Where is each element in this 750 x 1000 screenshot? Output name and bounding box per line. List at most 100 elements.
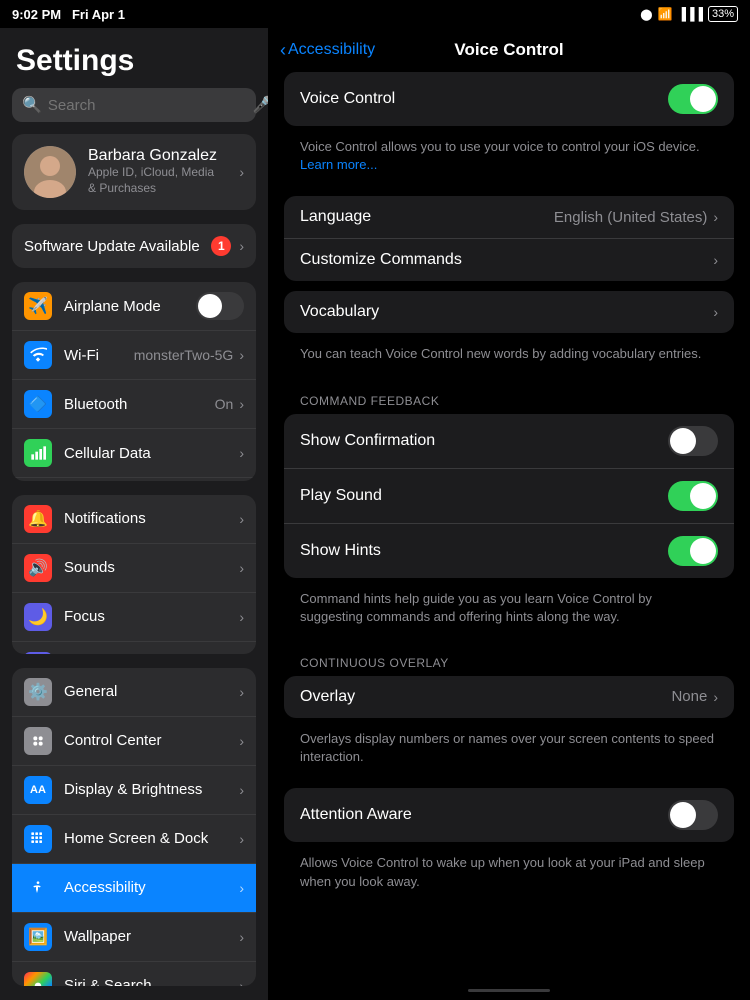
siri-icon bbox=[24, 972, 52, 986]
notifications-label: Notifications bbox=[64, 510, 239, 527]
sounds-chevron: › bbox=[239, 560, 244, 576]
back-chevron-icon: ‹ bbox=[280, 40, 286, 61]
avatar bbox=[24, 146, 76, 198]
sidebar-item-cellular[interactable]: Cellular Data › bbox=[12, 429, 256, 478]
show-confirmation-item[interactable]: Show Confirmation bbox=[284, 414, 734, 469]
show-hints-toggle[interactable] bbox=[668, 536, 718, 566]
wallpaper-icon: 🖼️ bbox=[24, 923, 52, 951]
show-confirmation-toggle[interactable] bbox=[668, 426, 718, 456]
signal-icon: ▐▐▐ bbox=[677, 7, 703, 21]
sidebar-item-hotspot[interactable]: Personal Hotspot Off › bbox=[12, 478, 256, 481]
homescreen-label: Home Screen & Dock bbox=[64, 830, 239, 847]
show-confirmation-label: Show Confirmation bbox=[300, 432, 668, 450]
vocabulary-item[interactable]: Vocabulary › bbox=[284, 291, 734, 333]
cellular-chevron: › bbox=[239, 445, 244, 461]
overlay-card: Overlay None › bbox=[284, 676, 734, 718]
update-label: Software Update Available bbox=[24, 238, 211, 255]
general-chevron: › bbox=[239, 684, 244, 700]
attention-aware-item[interactable]: Attention Aware bbox=[284, 788, 734, 842]
attention-aware-card: Attention Aware bbox=[284, 788, 734, 842]
status-time-date: 9:02 PM Fri Apr 1 bbox=[12, 7, 125, 22]
main-layout: Settings 🔍 🎤 Barbara Gonzalez Apple ID, … bbox=[0, 28, 750, 1000]
overlay-section: CONTINUOUS OVERLAY Overlay None › Overla… bbox=[284, 648, 734, 778]
user-card[interactable]: Barbara Gonzalez Apple ID, iCloud, Media… bbox=[12, 134, 256, 210]
sidebar-item-siri[interactable]: Siri & Search › bbox=[12, 962, 256, 986]
command-feedback-card: Show Confirmation Play Sound Show Hints bbox=[284, 414, 734, 578]
sidebar-item-general[interactable]: ⚙️ General › bbox=[12, 668, 256, 717]
wifi-label: Wi-Fi bbox=[64, 347, 134, 364]
sidebar-item-wallpaper[interactable]: 🖼️ Wallpaper › bbox=[12, 913, 256, 962]
nav-title: Voice Control bbox=[454, 40, 563, 60]
focus-label: Focus bbox=[64, 608, 239, 625]
homescreen-chevron: › bbox=[239, 831, 244, 847]
command-feedback-section: COMMAND FEEDBACK Show Confirmation Play … bbox=[284, 386, 734, 638]
customize-commands-item[interactable]: Customize Commands › bbox=[284, 239, 734, 281]
play-sound-toggle[interactable] bbox=[668, 481, 718, 511]
notifications-group: 🔔 Notifications › 🔊 Sounds › 🌙 Focus › ⏳… bbox=[12, 495, 256, 654]
airplane-toggle[interactable] bbox=[196, 292, 244, 320]
sounds-label: Sounds bbox=[64, 559, 239, 576]
bluetooth-label: Bluetooth bbox=[64, 396, 215, 413]
sidebar-item-focus[interactable]: 🌙 Focus › bbox=[12, 593, 256, 642]
update-banner[interactable]: Software Update Available 1 › bbox=[12, 224, 256, 268]
language-item[interactable]: Language English (United States) › bbox=[284, 196, 734, 239]
show-hints-item[interactable]: Show Hints bbox=[284, 524, 734, 578]
sidebar-item-screentime[interactable]: ⏳ Screen Time › bbox=[12, 642, 256, 654]
sidebar-item-accessibility[interactable]: Accessibility › bbox=[12, 864, 256, 913]
controlcenter-chevron: › bbox=[239, 733, 244, 749]
attention-aware-description: Allows Voice Control to wake up when you… bbox=[284, 850, 734, 902]
mic-icon: 🎤 bbox=[253, 95, 268, 115]
sidebar-item-wifi[interactable]: Wi-Fi monsterTwo-5G › bbox=[12, 331, 256, 380]
user-name: Barbara Gonzalez bbox=[88, 147, 227, 165]
sidebar-item-controlcenter[interactable]: Control Center › bbox=[12, 717, 256, 766]
attention-aware-toggle[interactable] bbox=[668, 800, 718, 830]
sidebar-title: Settings bbox=[0, 28, 268, 88]
vocabulary-section: Vocabulary › You can teach Voice Control… bbox=[284, 291, 734, 375]
display-label: Display & Brightness bbox=[64, 781, 239, 798]
sidebar: Settings 🔍 🎤 Barbara Gonzalez Apple ID, … bbox=[0, 28, 268, 1000]
wallpaper-label: Wallpaper bbox=[64, 928, 239, 945]
attention-aware-label: Attention Aware bbox=[300, 806, 668, 824]
voice-control-label: Voice Control bbox=[300, 90, 668, 108]
general-group: ⚙️ General › Control Center › AA Display… bbox=[12, 668, 256, 986]
controlcenter-icon bbox=[24, 727, 52, 755]
voice-control-item[interactable]: Voice Control bbox=[284, 72, 734, 126]
accessibility-icon bbox=[24, 874, 52, 902]
search-input[interactable] bbox=[48, 97, 247, 114]
wifi-value: monsterTwo-5G bbox=[134, 347, 234, 363]
accessibility-label: Accessibility bbox=[64, 879, 239, 896]
voice-control-card: Voice Control bbox=[284, 72, 734, 126]
language-card: Language English (United States) › Custo… bbox=[284, 196, 734, 281]
sidebar-item-homescreen[interactable]: Home Screen & Dock › bbox=[12, 815, 256, 864]
focus-chevron: › bbox=[239, 609, 244, 625]
play-sound-label: Play Sound bbox=[300, 487, 668, 505]
display-chevron: › bbox=[239, 782, 244, 798]
update-badge: 1 bbox=[211, 236, 231, 256]
bluetooth-chevron: › bbox=[239, 396, 244, 412]
airplane-label: Airplane Mode bbox=[64, 298, 196, 315]
sidebar-item-display[interactable]: AA Display & Brightness › bbox=[12, 766, 256, 815]
sidebar-item-sounds[interactable]: 🔊 Sounds › bbox=[12, 544, 256, 593]
search-bar[interactable]: 🔍 🎤 bbox=[12, 88, 256, 122]
update-chevron: › bbox=[239, 238, 244, 254]
vocabulary-chevron: › bbox=[713, 304, 718, 320]
voice-control-toggle[interactable] bbox=[668, 84, 718, 114]
siri-label: Siri & Search bbox=[64, 977, 239, 986]
nav-back-button[interactable]: ‹ Accessibility bbox=[280, 40, 375, 61]
cellular-label: Cellular Data bbox=[64, 445, 239, 462]
overlay-item[interactable]: Overlay None › bbox=[284, 676, 734, 718]
sounds-icon: 🔊 bbox=[24, 554, 52, 582]
accessibility-chevron: › bbox=[239, 880, 244, 896]
battery-icon: 33% bbox=[708, 6, 738, 22]
sidebar-item-notifications[interactable]: 🔔 Notifications › bbox=[12, 495, 256, 544]
show-hints-label: Show Hints bbox=[300, 542, 668, 560]
notifications-chevron: › bbox=[239, 511, 244, 527]
notifications-icon: 🔔 bbox=[24, 505, 52, 533]
learn-more-link[interactable]: Learn more... bbox=[300, 157, 377, 172]
play-sound-item[interactable]: Play Sound bbox=[284, 469, 734, 524]
voice-control-description: Voice Control allows you to use your voi… bbox=[284, 134, 734, 186]
airplane-icon: ✈️ bbox=[24, 292, 52, 320]
overlay-header: CONTINUOUS OVERLAY bbox=[284, 648, 734, 676]
sidebar-item-bluetooth[interactable]: 🔷 Bluetooth On › bbox=[12, 380, 256, 429]
sidebar-item-airplane[interactable]: ✈️ Airplane Mode bbox=[12, 282, 256, 331]
